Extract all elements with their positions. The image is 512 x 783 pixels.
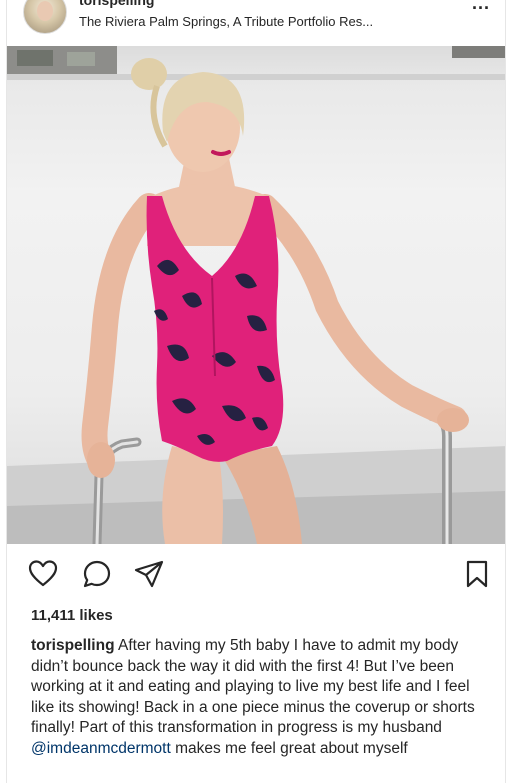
paper-plane-icon[interactable] — [133, 558, 165, 590]
post-photo[interactable] — [7, 46, 505, 544]
post-caption: torispelling After having my 5th baby I … — [31, 636, 493, 760]
more-options-button[interactable]: ... — [469, 0, 493, 14]
caption-username[interactable]: torispelling — [31, 637, 115, 654]
caption-tail: makes me feel great about myself — [170, 739, 408, 757]
caption-mention-link[interactable]: @imdeanmcdermott — [31, 740, 171, 757]
comment-icon[interactable] — [81, 558, 113, 590]
instagram-post: torispelling The Riviera Palm Springs, A… — [6, 0, 506, 783]
post-location[interactable]: The Riviera Palm Springs, A Tribute Port… — [79, 14, 373, 29]
avatar[interactable] — [23, 0, 67, 34]
post-actions — [7, 552, 505, 594]
post-header: torispelling The Riviera Palm Springs, A… — [7, 0, 505, 46]
avatar-face — [37, 1, 53, 21]
bookmark-icon[interactable] — [461, 558, 493, 590]
heart-icon[interactable] — [27, 558, 59, 590]
post-username[interactable]: torispelling — [79, 0, 154, 8]
post-photo-illustration — [7, 46, 505, 544]
likes-count[interactable]: 11,411 likes — [31, 607, 113, 624]
